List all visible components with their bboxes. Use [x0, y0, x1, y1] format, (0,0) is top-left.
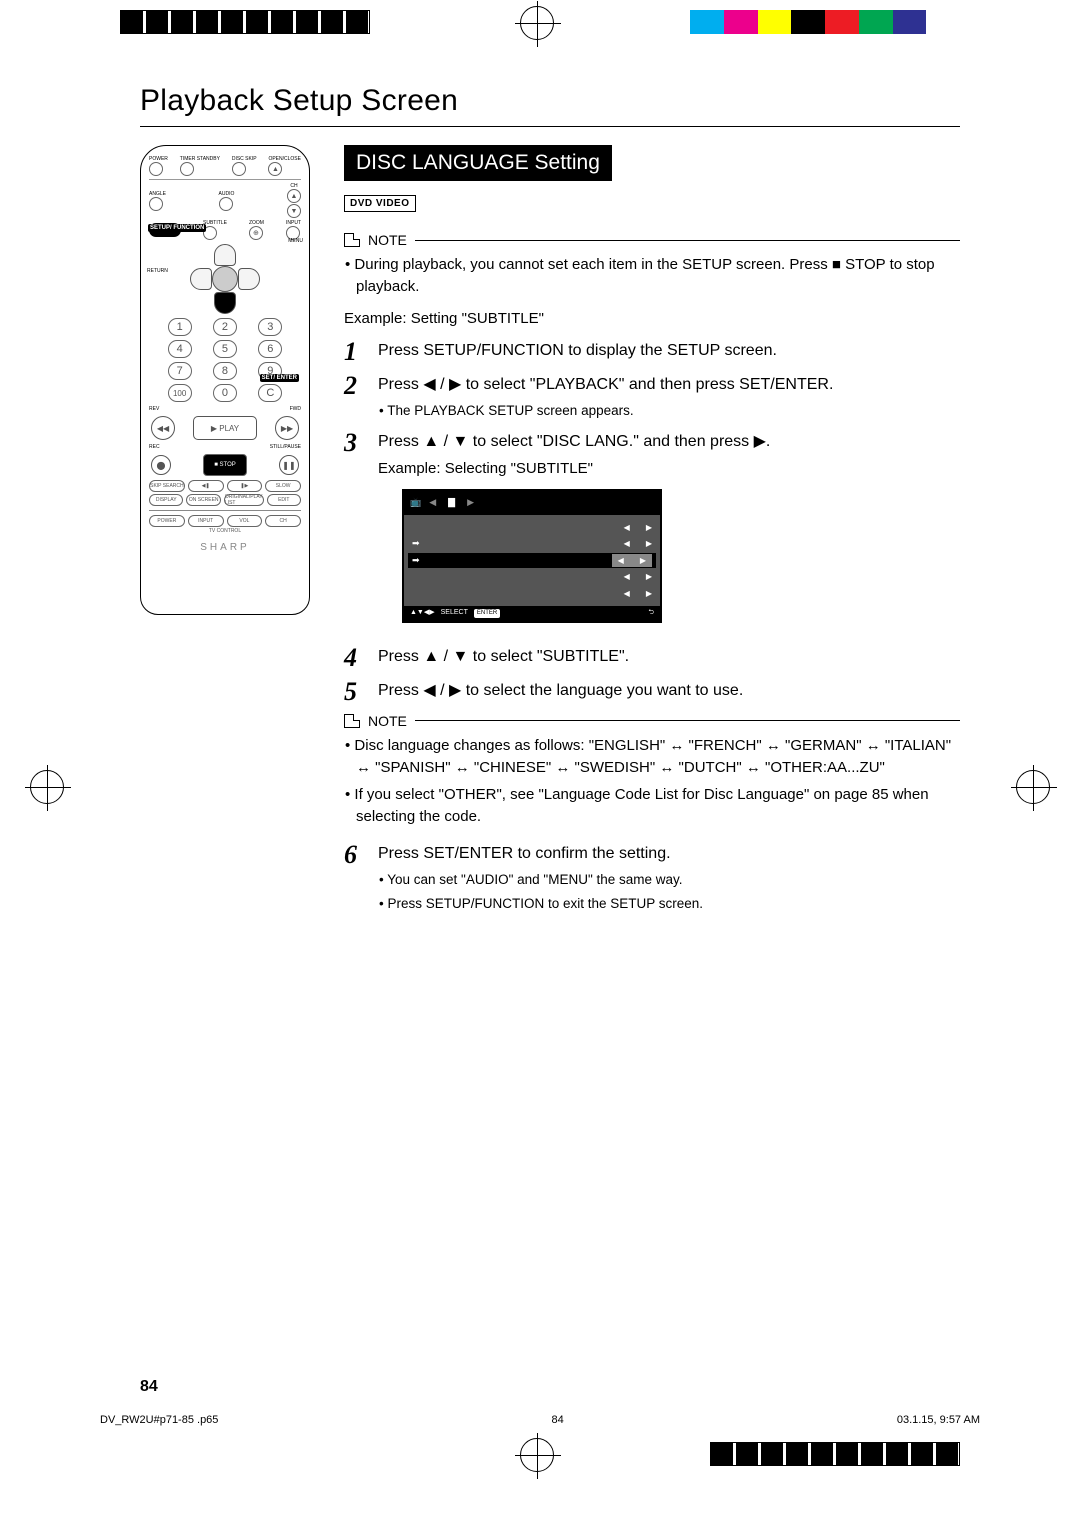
play-button: ▶ PLAY — [193, 416, 257, 440]
registration-target-icon — [520, 6, 554, 40]
note2-bullet-2: • If you select "OTHER", see "Language C… — [344, 784, 960, 828]
print-registration-top — [0, 0, 1080, 44]
slug-page: 84 — [552, 1414, 564, 1426]
transport-controls: ◀◀ ▶ PLAY ▶▶ — [151, 416, 299, 440]
print-slug: DV_RW2U#p71-85 .p65 84 03.1.15, 9:57 AM — [100, 1414, 980, 1426]
step-1: 1 Press SETUP/FUNCTION to display the SE… — [344, 339, 960, 365]
print-registration-bottom — [0, 1432, 1080, 1476]
example-line: Example: Setting "SUBTITLE" — [344, 308, 960, 330]
registration-target-right-icon — [1016, 770, 1050, 804]
instruction-steps: 1 Press SETUP/FUNCTION to display the SE… — [344, 339, 960, 705]
brand-logo: SHARP — [149, 542, 301, 553]
dvd-video-badge: DVD VIDEO — [344, 195, 416, 212]
registration-target-icon — [520, 1438, 554, 1472]
step-5: 5 Press ◀ / ▶ to select the language you… — [344, 679, 960, 705]
note-icon — [344, 714, 360, 728]
setup-function-label: SETUP/ FUNCTION — [148, 224, 206, 232]
note-header-2: NOTE — [344, 713, 960, 729]
step-2: 2 Press ◀ / ▶ to select "PLAYBACK" and t… — [344, 373, 960, 421]
note-label: NOTE — [368, 232, 407, 248]
remote-control-illustration: POWER TIMER STANDBY DISC SKIP OPEN/CLOSE… — [140, 145, 310, 615]
section-heading: DISC LANGUAGE Setting — [344, 145, 612, 181]
stop-button: ■ STOP — [203, 454, 247, 476]
note-icon — [344, 233, 360, 247]
slug-filename: DV_RW2U#p71-85 .p65 — [100, 1414, 218, 1426]
slug-timestamp: 03.1.15, 9:57 AM — [897, 1414, 980, 1426]
density-bars — [120, 10, 370, 34]
note-label: NOTE — [368, 713, 407, 729]
note2-bullet-1: • Disc language changes as follows: "ENG… — [344, 735, 960, 779]
note-header: NOTE — [344, 232, 960, 248]
step-4: 4 Press ▲ / ▼ to select "SUBTITLE". — [344, 645, 960, 671]
registration-target-left-icon — [30, 770, 64, 804]
number-pad: 123 456 789 1000C — [159, 318, 291, 402]
step-3: 3 Press ▲ / ▼ to select "DISC LANG." and… — [344, 430, 960, 637]
tv-control-label: TV CONTROL — [149, 529, 301, 534]
step-6: 6 Press SET/ENTER to confirm the setting… — [344, 842, 960, 915]
title-rule — [140, 126, 960, 127]
page-title: Playback Setup Screen — [140, 84, 960, 118]
set-enter-label: SET/ ENTER — [260, 374, 299, 382]
manual-page: Playback Setup Screen POWER TIMER STANDB… — [90, 54, 990, 1414]
note-text: • During playback, you cannot set each i… — [344, 254, 960, 298]
density-bars — [710, 1442, 960, 1466]
menu-icon: 📺 — [410, 496, 421, 510]
onscreen-menu-illustration: 📺 ◀▇▶ ◀ ▶➡◀ ▶➡◀ ▶◀ ▶◀ ▶ ▲▼◀▶SELECT ENTER… — [402, 489, 662, 623]
color-bar — [690, 10, 960, 34]
dpad — [190, 244, 260, 314]
page-number: 84 — [140, 1378, 158, 1396]
